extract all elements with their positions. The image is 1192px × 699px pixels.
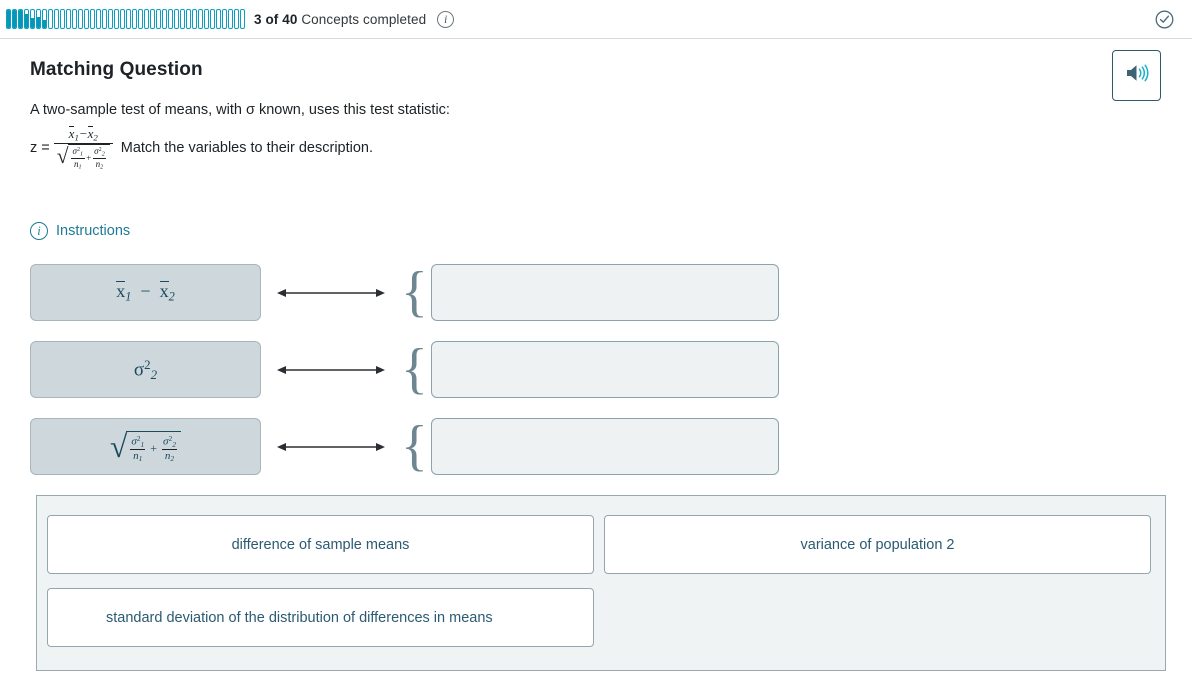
progress-segment bbox=[24, 9, 29, 29]
progress-segment bbox=[240, 9, 245, 29]
info-icon: i bbox=[30, 222, 48, 241]
audio-play-button[interactable] bbox=[1112, 50, 1161, 101]
progress-count: 3 of 40 bbox=[254, 11, 298, 27]
answer-bank: difference of sample means variance of p… bbox=[36, 495, 1166, 672]
formula-denominator: √ σ21 n1 + σ22 n2 bbox=[53, 142, 113, 170]
progress-bar bbox=[6, 8, 245, 30]
progress-segment bbox=[102, 9, 107, 29]
term-expression: σ22 bbox=[133, 356, 158, 382]
prompt-match-instruction: Match the variables to their description… bbox=[120, 140, 374, 157]
match-row: √ σ21 n1 + σ22 n2 { bbox=[30, 418, 1162, 476]
progress-segment bbox=[90, 9, 95, 29]
progress-caption: Concepts completed bbox=[301, 11, 427, 27]
progress-segment bbox=[156, 9, 161, 29]
progress-segment bbox=[84, 9, 89, 29]
question-content: Matching Question A two-sample test of m… bbox=[0, 39, 1192, 672]
z-equals-label: z = bbox=[30, 140, 50, 157]
progress-segment bbox=[36, 9, 41, 29]
drop-zone[interactable] bbox=[430, 418, 779, 476]
progress-segment bbox=[30, 9, 35, 29]
progress-segment bbox=[78, 9, 83, 29]
progress-segment bbox=[168, 9, 173, 29]
progress-segment bbox=[174, 9, 179, 29]
progress-segment bbox=[60, 9, 65, 29]
check-circle-icon[interactable] bbox=[1155, 10, 1174, 29]
info-icon[interactable]: i bbox=[437, 10, 455, 28]
answer-card[interactable]: difference of sample means bbox=[47, 515, 594, 575]
progress-segment bbox=[114, 9, 119, 29]
progress-segment bbox=[162, 9, 167, 29]
match-connector-arrow bbox=[261, 362, 401, 378]
progress-label: 3 of 40 Concepts completed bbox=[254, 12, 426, 27]
progress-segment bbox=[234, 9, 239, 29]
prompt-line-1: A two-sample test of means, with σ known… bbox=[30, 102, 450, 118]
match-connector-arrow bbox=[261, 439, 401, 455]
answer-card[interactable]: standard deviation of the distribution o… bbox=[47, 588, 594, 648]
test-statistic-formula: x1−x2 √ σ21 n1 + σ22 n2 bbox=[53, 126, 113, 170]
progress-segment bbox=[54, 9, 59, 29]
term-expression: x1 − x2 bbox=[116, 281, 175, 304]
progress-segment bbox=[108, 9, 113, 29]
progress-segment bbox=[120, 9, 125, 29]
progress-segment bbox=[96, 9, 101, 29]
progress-segment bbox=[48, 9, 53, 29]
progress-segment bbox=[42, 9, 47, 29]
term-box[interactable]: √ σ21 n1 + σ22 n2 bbox=[30, 418, 261, 476]
progress-topbar: 3 of 40 Concepts completed i bbox=[0, 0, 1192, 39]
progress-segment bbox=[12, 9, 17, 29]
progress-segment bbox=[198, 9, 203, 29]
progress-segment bbox=[204, 9, 209, 29]
progress-segment bbox=[18, 9, 23, 29]
match-row: x1 − x2 { bbox=[30, 264, 1162, 322]
match-row: σ22 { bbox=[30, 341, 1162, 399]
formula-numerator: x1−x2 bbox=[68, 126, 98, 143]
progress-segment bbox=[150, 9, 155, 29]
prompt-line-2: z = x1−x2 √ σ21 n1 + σ22 n2 Match the va… bbox=[30, 126, 1162, 170]
progress-segment bbox=[186, 9, 191, 29]
progress-segment bbox=[180, 9, 185, 29]
answer-bank-row: difference of sample means variance of p… bbox=[37, 508, 1165, 581]
term-box[interactable]: σ22 bbox=[30, 341, 261, 399]
drop-zone[interactable] bbox=[430, 341, 779, 399]
term-expression: √ σ21 n1 + σ22 n2 bbox=[110, 431, 181, 463]
progress-segment bbox=[132, 9, 137, 29]
term-box[interactable]: x1 − x2 bbox=[30, 264, 261, 322]
progress-segment bbox=[138, 9, 143, 29]
speaker-icon bbox=[1124, 62, 1150, 89]
progress-segment bbox=[216, 9, 221, 29]
progress-segment bbox=[210, 9, 215, 29]
progress-segment bbox=[72, 9, 77, 29]
progress-segment bbox=[192, 9, 197, 29]
answer-bank-row: standard deviation of the distribution o… bbox=[37, 581, 1165, 654]
progress-segment bbox=[66, 9, 71, 29]
instructions-label: Instructions bbox=[56, 223, 131, 240]
drop-zone[interactable] bbox=[430, 264, 779, 322]
page-title: Matching Question bbox=[30, 59, 203, 80]
progress-segment bbox=[6, 9, 11, 29]
answer-card[interactable]: variance of population 2 bbox=[604, 515, 1151, 575]
match-connector-arrow bbox=[261, 285, 401, 301]
progress-segment bbox=[144, 9, 149, 29]
progress-segment bbox=[228, 9, 233, 29]
match-rows: x1 − x2 { σ22 {√ σ21 n1 + σ22 n2 { bbox=[30, 264, 1162, 476]
progress-segment bbox=[222, 9, 227, 29]
progress-segment bbox=[126, 9, 131, 29]
instructions-link[interactable]: i Instructions bbox=[30, 222, 131, 241]
